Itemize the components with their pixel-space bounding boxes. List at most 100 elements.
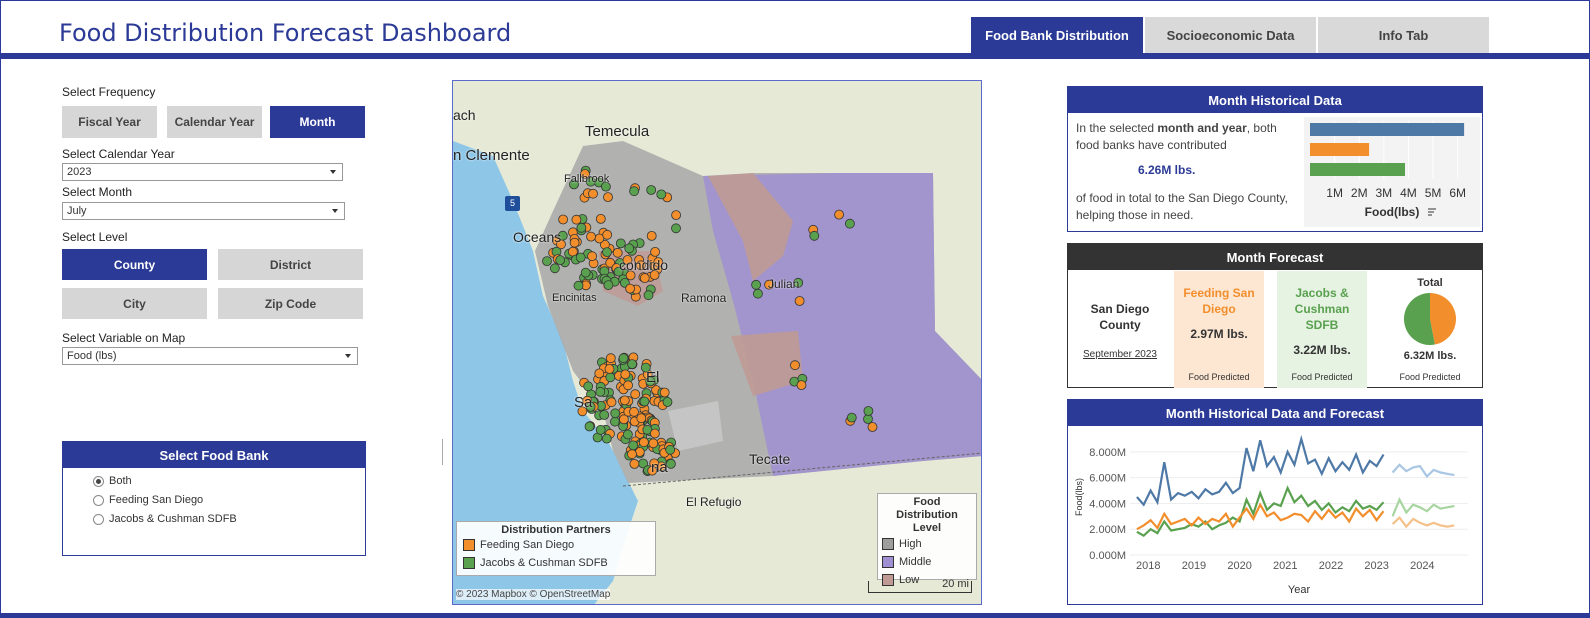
radio-both[interactable]: Both <box>93 475 132 487</box>
calendar-year-button[interactable]: Calendar Year <box>167 106 262 138</box>
legend-item-feeding[interactable]: Feeding San Diego <box>463 536 649 554</box>
map-point <box>639 273 650 284</box>
year-select-value: 2023 <box>67 166 92 178</box>
y-tick-label: 6.000M <box>1089 473 1126 485</box>
map-point <box>794 296 805 306</box>
legend-swatch <box>463 539 475 551</box>
legend-item-middle[interactable]: Middle <box>882 553 972 571</box>
map-point <box>605 353 616 364</box>
month-select[interactable]: July <box>62 202 345 220</box>
header-rule <box>1 53 1590 59</box>
legend-label: Jacobs & Cushman SDFB <box>480 557 608 569</box>
forecast-region: San Diego County September 2023 <box>1068 271 1172 388</box>
radio-label: Feeding San Diego <box>109 494 204 506</box>
map-point <box>610 416 620 427</box>
y-tick-label: 8.000M <box>1089 447 1126 459</box>
bar <box>1310 163 1405 176</box>
map-point <box>595 386 606 397</box>
legend-item-high[interactable]: High <box>882 535 972 553</box>
tab-food-bank-distribution[interactable]: Food Bank Distribution <box>971 17 1143 54</box>
district-button[interactable]: District <box>218 249 363 280</box>
map-label-ramona: Ramona <box>681 291 727 305</box>
zip-code-button[interactable]: Zip Code <box>218 288 363 319</box>
map-point <box>846 412 857 423</box>
year-select[interactable]: 2023 <box>62 163 343 181</box>
map-point <box>790 360 800 371</box>
map-point <box>751 279 762 290</box>
forecast-region-2: County <box>1099 318 1141 332</box>
historical-amount: 6.26M lbs. <box>1138 163 1196 177</box>
county-button[interactable]: County <box>62 249 207 280</box>
map-point <box>569 237 580 248</box>
chevron-down-icon <box>345 354 351 358</box>
map-point <box>627 449 637 460</box>
variable-select[interactable]: Food (lbs) <box>62 347 358 365</box>
map-point <box>639 396 650 407</box>
map-point <box>583 381 594 392</box>
forecast-period: September 2023 <box>1083 349 1157 360</box>
map-point <box>542 256 552 267</box>
month-label: Select Month <box>62 185 133 199</box>
map-point <box>573 280 584 291</box>
legend-label: Feeding San Diego <box>480 539 575 551</box>
map-point <box>610 408 621 419</box>
level-legend-title: Food Distribution Level <box>882 496 972 535</box>
map-attribution[interactable]: © 2023 Mapbox © OpenStreetMap <box>456 589 611 600</box>
level-label: Select Level <box>62 230 128 244</box>
map-point <box>624 243 635 254</box>
map-point <box>625 283 636 294</box>
trend-panel: Month Historical Data and Forecast 0.000… <box>1067 399 1483 605</box>
map-point <box>576 222 587 233</box>
map-point <box>623 380 634 391</box>
map-point <box>627 359 638 370</box>
map-point <box>602 247 612 258</box>
x-tick-label: 2024 <box>1410 560 1434 572</box>
x-tick-label: 2022 <box>1319 560 1343 572</box>
divider <box>442 439 443 465</box>
tick-label: 4M <box>1400 186 1417 200</box>
map-point <box>595 424 606 435</box>
forecast-line-feeding <box>1391 515 1455 529</box>
tab-socioeconomic-data[interactable]: Socioeconomic Data <box>1145 17 1316 54</box>
map-point <box>656 189 667 200</box>
map-point <box>671 223 681 234</box>
map-scale-label: 20 mi <box>942 578 969 590</box>
food-bank-selector: Select Food Bank Both Feeding San Diego … <box>62 441 366 556</box>
month-select-value: July <box>67 205 87 217</box>
dashboard: Food Distribution Forecast Dashboard Foo… <box>0 0 1590 618</box>
map-label-san-diego: Sa <box>574 394 593 411</box>
map[interactable]: Temecula ach n Clemente Fallbrook Oceans… <box>452 80 982 605</box>
map-label-san-clemente: n Clemente <box>453 147 530 164</box>
fiscal-year-button[interactable]: Fiscal Year <box>62 106 157 138</box>
legend-item-jacobs[interactable]: Jacobs & Cushman SDFB <box>463 554 649 572</box>
map-label-encinitas: Encinitas <box>552 292 597 304</box>
page-title: Food Distribution Forecast Dashboard <box>59 19 512 47</box>
map-point <box>612 247 623 258</box>
radio-label: Jacobs & Cushman SDFB <box>109 513 237 525</box>
map-point <box>619 395 630 406</box>
forecast-feeding-caption: Food Predicted <box>1188 372 1250 382</box>
tick-label: 5M <box>1425 186 1442 200</box>
legend-swatch <box>882 556 894 568</box>
radio-jacobs-cushman[interactable]: Jacobs & Cushman SDFB <box>93 513 237 525</box>
radio-icon <box>93 475 104 487</box>
radio-feeding-san-diego[interactable]: Feeding San Diego <box>93 494 203 506</box>
tab-info[interactable]: Info Tab <box>1318 17 1489 54</box>
map-label-oceanside: Oceans <box>513 229 562 245</box>
map-point <box>809 230 820 241</box>
forecast-jacobs-value: 3.22M lbs. <box>1293 343 1351 357</box>
x-tick-label: 2019 <box>1182 560 1206 572</box>
tick-label: 6M <box>1449 186 1466 200</box>
tick-label: 1M <box>1326 186 1343 200</box>
map-point <box>844 218 855 229</box>
legend-swatch <box>882 538 894 550</box>
map-point <box>752 288 763 299</box>
legend-label: Middle <box>899 556 932 568</box>
forecast-feeding: Feeding San Diego 2.97M lbs. Food Predic… <box>1174 271 1264 388</box>
forecast-feeding-name-1: Feeding San <box>1183 286 1255 300</box>
month-button[interactable]: Month <box>270 106 365 138</box>
tick-label: 3M <box>1376 186 1393 200</box>
map-point <box>643 290 654 301</box>
forecast-line-total <box>1391 463 1455 479</box>
city-button[interactable]: City <box>62 288 207 319</box>
